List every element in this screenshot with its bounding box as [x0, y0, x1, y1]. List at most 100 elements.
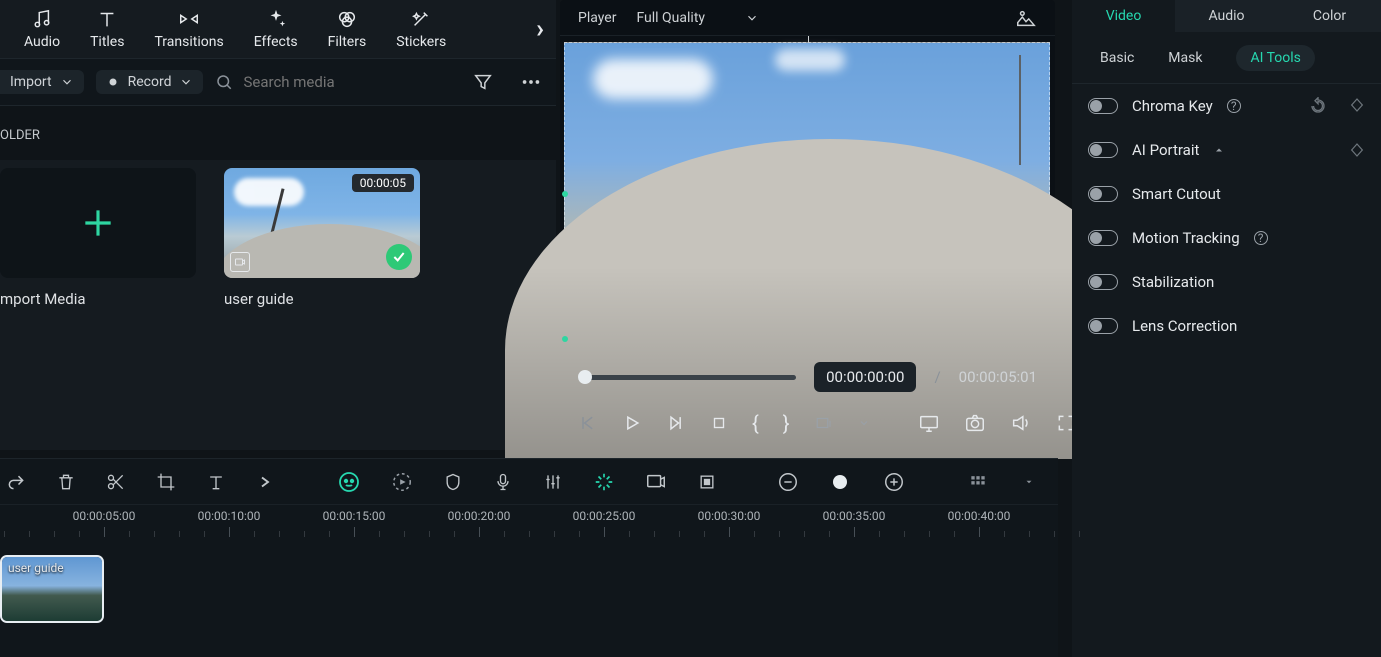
search-input[interactable] [243, 73, 423, 91]
timecode-current[interactable]: 00:00:00:00 [814, 362, 916, 392]
inspector-main-tabs: Video Audio Color [1072, 0, 1381, 32]
tabs-scroll-right-icon[interactable]: › [536, 0, 544, 58]
more-horizontal-icon[interactable] [520, 71, 542, 93]
help-icon[interactable]: ? [1227, 99, 1241, 113]
auto-reframe-button[interactable] [593, 470, 615, 494]
tab-effects-label: Effects [254, 34, 298, 50]
subtab-ai-tools[interactable]: AI Tools [1236, 45, 1314, 71]
keyframe-icon[interactable] [1349, 97, 1365, 113]
subtab-basic[interactable]: Basic [1100, 50, 1134, 66]
tool-chroma-key: Chroma Key ? [1072, 84, 1381, 128]
mark-out-button[interactable]: } [783, 411, 790, 435]
delete-button[interactable] [56, 470, 76, 494]
tab-color[interactable]: Color [1278, 0, 1381, 32]
toggle-motion-tracking[interactable] [1088, 230, 1118, 246]
ruler-tick [354, 527, 355, 537]
tool-label: Lens Correction [1132, 317, 1237, 335]
voiceover-button[interactable] [493, 470, 513, 494]
reset-icon[interactable] [1309, 97, 1327, 115]
search-field[interactable] [215, 73, 460, 91]
filters-icon [336, 8, 358, 30]
tab-filters[interactable]: Filters [328, 8, 367, 50]
tab-audio-inspector[interactable]: Audio [1175, 0, 1278, 32]
mark-in-button[interactable]: { [752, 411, 759, 435]
prev-frame-button[interactable] [578, 411, 598, 435]
record-screen-button[interactable] [645, 470, 667, 494]
tab-effects[interactable]: Effects [254, 8, 298, 50]
tab-video[interactable]: Video [1072, 0, 1175, 32]
play-forward-button[interactable] [666, 411, 686, 435]
aspect-menu-button[interactable] [814, 411, 834, 435]
tab-titles[interactable]: Titles [90, 8, 124, 50]
tab-stickers[interactable]: Stickers [396, 8, 446, 50]
transitions-icon [178, 8, 200, 30]
preview-viewport[interactable] [564, 42, 1050, 340]
crop-button[interactable] [156, 470, 176, 494]
ruler-tick [104, 527, 105, 537]
snapshot-icon[interactable] [1015, 7, 1037, 29]
toggle-ai-portrait[interactable] [1088, 142, 1118, 158]
wand-icon [410, 8, 432, 30]
text-icon [96, 8, 118, 30]
transport-controls: { } [578, 404, 1037, 442]
zoom-slider[interactable] [835, 480, 847, 484]
clip-duration-badge: 00:00:05 [352, 174, 414, 192]
tab-transitions[interactable]: Transitions [154, 8, 223, 50]
zoom-thumb[interactable] [833, 475, 847, 489]
chevron-down-icon [179, 75, 193, 89]
marker-shield-button[interactable] [443, 470, 463, 494]
ruler-label: 00:00:10:00 [198, 509, 261, 523]
volume-button[interactable] [1010, 411, 1032, 435]
toggle-stabilization[interactable] [1088, 274, 1118, 290]
scrub-thumb[interactable] [578, 370, 592, 384]
tab-audio[interactable]: Audio [24, 8, 60, 50]
stop-button[interactable] [710, 411, 728, 435]
toggle-lens-correction[interactable] [1088, 318, 1118, 334]
speed-button[interactable] [391, 470, 413, 494]
caret-up-icon[interactable] [1213, 144, 1225, 156]
more-tools-button[interactable] [256, 470, 274, 494]
record-button[interactable]: Record [96, 70, 204, 94]
ruler-label: 00:00:25:00 [573, 509, 636, 523]
import-button[interactable]: Import [0, 70, 84, 94]
zoom-in-button[interactable] [883, 470, 905, 494]
ruler-tick [479, 527, 480, 537]
text-button[interactable] [206, 470, 226, 494]
zoom-out-button[interactable] [777, 470, 799, 494]
tool-smart-cutout: Smart Cutout [1072, 172, 1381, 216]
toggle-smart-cutout[interactable] [1088, 186, 1118, 202]
display-settings-button[interactable] [918, 411, 940, 435]
resize-handle[interactable] [562, 191, 568, 197]
clip-tile-user-guide[interactable]: 00:00:05 user guide [224, 168, 420, 450]
clip-tile-caption: user guide [224, 290, 420, 308]
ai-assist-button[interactable] [337, 470, 361, 494]
split-button[interactable] [106, 470, 126, 494]
subtab-mask[interactable]: Mask [1168, 50, 1202, 66]
tool-stabilization: Stabilization [1072, 260, 1381, 304]
quality-dropdown[interactable]: Full Quality [636, 10, 759, 26]
player-header: Player Full Quality [560, 0, 1055, 36]
record-button-label: Record [128, 74, 172, 90]
track-options-button[interactable] [968, 470, 988, 494]
timeline-ruler[interactable]: 00:00:05:0000:00:10:0000:00:15:0000:00:2… [0, 505, 1058, 541]
keyframe-icon[interactable] [1349, 142, 1365, 158]
render-button[interactable] [697, 470, 717, 494]
scrub-slider[interactable] [578, 375, 796, 380]
redo-button[interactable] [6, 470, 26, 494]
tool-label: Chroma Key [1132, 97, 1213, 115]
ruler-label: 00:00:35:00 [823, 509, 886, 523]
import-media-tile[interactable]: mport Media [0, 168, 196, 450]
track-options-chevron[interactable] [1024, 470, 1034, 494]
resize-handle[interactable] [562, 336, 568, 342]
filter-icon[interactable] [472, 71, 494, 93]
tool-motion-tracking: Motion Tracking ? [1072, 216, 1381, 260]
aspect-menu-chevron[interactable] [858, 411, 870, 435]
toggle-chroma-key[interactable] [1088, 98, 1118, 114]
media-toolbar: Import Record [0, 58, 556, 106]
timeline-clip-user-guide[interactable]: user guide [0, 555, 104, 623]
help-icon[interactable]: ? [1254, 231, 1268, 245]
camera-snapshot-button[interactable] [964, 411, 986, 435]
player-title: Player [578, 10, 616, 26]
play-button[interactable] [622, 411, 642, 435]
audio-mixer-button[interactable] [543, 470, 563, 494]
